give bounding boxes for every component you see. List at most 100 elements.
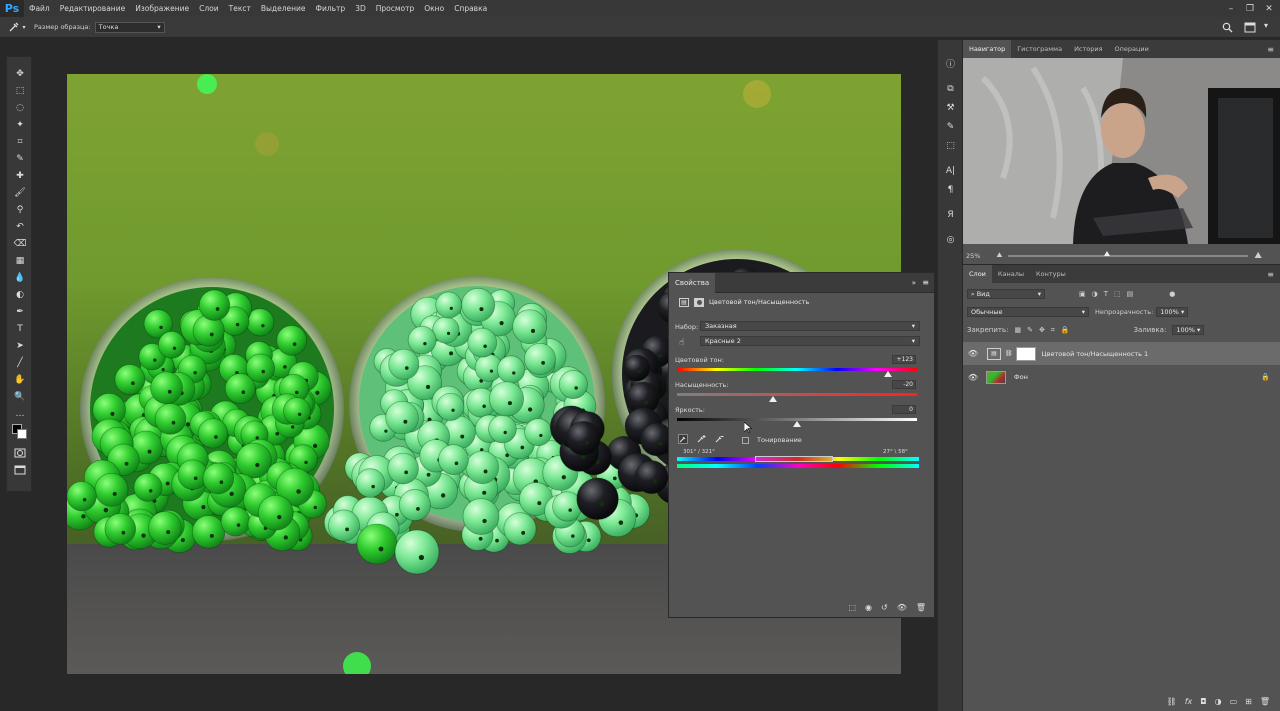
zoom-in-icon[interactable]: ⛰ [1254,251,1262,261]
lightness-slider-thumb[interactable] [793,421,801,427]
adjustments-icon[interactable]: ◎ [938,230,963,249]
delete-layer-icon[interactable]: 🗑 [1260,697,1270,706]
filter-pixel-icon[interactable]: ▣ [1079,290,1086,298]
menu-item[interactable]: Фильтр [311,4,351,13]
lock-transparent-icon[interactable]: ▦ [1014,326,1021,334]
hue-value[interactable]: +123 [892,355,916,364]
glyphs-icon[interactable]: Я [938,205,963,224]
paragraph-icon[interactable]: ¶ [938,180,963,199]
minimize-button[interactable]: – [1222,0,1240,17]
menu-item[interactable]: Выделение [256,4,311,13]
type-icon[interactable]: T [7,320,33,337]
close-button[interactable]: ✕ [1260,0,1278,17]
mask-icon[interactable] [694,297,704,307]
tab-1[interactable]: Гистограмма [1011,40,1068,58]
eyedropper-icon[interactable] [678,434,688,446]
clone-source-icon[interactable]: ⧉ [938,79,963,98]
visibility-eye-icon[interactable]: 👁 [963,373,983,382]
workspace-chevron-icon[interactable]: ▾ [1264,21,1268,30]
crop-icon[interactable]: ⌗ [7,133,33,150]
channel-select[interactable]: Красные 2 ▾ [700,336,920,346]
zoom-slider-thumb[interactable] [1104,250,1111,256]
blur-icon[interactable]: 💧 [7,269,33,286]
visibility-icon[interactable]: 👁 [897,603,907,612]
color-swatches[interactable] [7,422,31,444]
tab-3[interactable]: Операции [1109,40,1155,58]
fill-input[interactable]: 100% ▾ [1172,325,1205,335]
zoom-out-icon[interactable]: ⛰ [996,251,1002,260]
target-hand-icon[interactable]: ☝ [679,338,684,348]
saturation-value[interactable]: -20 [892,380,916,389]
saturation-slider[interactable] [677,393,917,396]
trash-icon[interactable]: 🗑 [916,603,926,612]
line-icon[interactable]: ╱ [7,354,33,371]
marquee-icon[interactable]: ⬚ [7,82,33,99]
brushes-icon[interactable]: ⬚ [938,136,963,155]
pen-icon[interactable]: ✒ [7,303,33,320]
filter-smart-object-icon[interactable]: ▤ [1127,290,1134,298]
menu-item[interactable]: Окно [419,4,449,13]
add-mask-icon[interactable]: ◘ [1200,697,1206,706]
eyedropper-icon[interactable]: ▾ [0,21,34,33]
dodge-icon[interactable]: ◐ [7,286,33,303]
colorize-checkbox[interactable] [742,436,749,444]
healing-icon[interactable]: ✚ [7,167,33,184]
clip-to-layer-icon[interactable]: ⬚ [848,603,856,612]
collapse-icon[interactable]: » [912,279,916,287]
lock-all-icon[interactable]: 🔒 [1061,326,1070,334]
background-color[interactable] [17,429,27,439]
lightness-value[interactable]: 0 [892,405,916,414]
maximize-button[interactable]: ❐ [1241,0,1259,17]
tab-0[interactable]: Навигатор [963,40,1012,58]
filter-type-icon[interactable]: T [1104,290,1108,298]
preset-select[interactable]: Заказная ▾ [700,321,920,331]
new-adjustment-icon[interactable]: ◑ [1215,697,1222,706]
tab-2[interactable]: История [1068,40,1108,58]
tab-1[interactable]: Каналы [992,265,1030,283]
zoom-level[interactable]: 25% [966,252,980,260]
hue-slider-thumb[interactable] [884,371,893,377]
menu-item[interactable]: Файл [24,4,55,13]
character-icon[interactable]: A| [938,161,963,180]
quick-select-icon[interactable]: ✦ [7,116,33,133]
quick-mask-icon[interactable] [7,444,33,461]
tab-2[interactable]: Контуры [1030,265,1072,283]
layer-row-adjustment[interactable]: 👁 ▤ ⛓ Цветовой тон/Насыщенность 1 [963,342,1280,365]
blend-mode-select[interactable]: Обычные ▾ [967,307,1089,317]
menu-item[interactable]: Просмотр [371,4,420,13]
path-select-icon[interactable]: ➤ [7,337,33,354]
panel-menu-icon[interactable]: ≡ [922,278,929,287]
link-layers-icon[interactable]: ⛓ [1167,697,1177,706]
panel-menu-icon[interactable]: ≡ [1267,270,1274,279]
lock-position-icon[interactable]: ✥ [1039,326,1045,334]
zoom-icon[interactable]: 🔍 [7,388,33,405]
filter-shape-icon[interactable]: ⬚ [1114,290,1121,298]
visibility-eye-icon[interactable]: 👁 [963,349,983,358]
chain-link-icon[interactable]: ⛓ [1005,350,1013,357]
menu-item[interactable]: 3D [350,4,371,13]
saturation-slider-thumb[interactable] [769,396,777,402]
layer-name[interactable]: Цветовой тон/Насыщенность 1 [1042,350,1149,358]
layer-row-background[interactable]: 👁 Фон 🔒 [963,366,1280,388]
more-icons[interactable]: … [7,405,33,422]
navigator-preview[interactable] [963,58,1280,244]
menu-item[interactable]: Изображение [130,4,194,13]
properties-tab[interactable]: Свойства [669,272,716,293]
new-layer-icon[interactable]: ⊞ [1245,697,1252,706]
range-selector[interactable] [755,456,833,462]
stamp-icon[interactable]: ⚲ [7,201,33,218]
menu-item[interactable]: Слои [194,4,224,13]
filter-adjustment-icon[interactable]: ◑ [1092,290,1098,298]
menu-item[interactable]: Текст [224,4,256,13]
opacity-input[interactable]: 100% ▾ [1156,307,1189,317]
tab-0[interactable]: Слои [963,265,992,283]
hand-icon[interactable]: ✋ [7,371,33,388]
zoom-slider[interactable] [1008,250,1249,257]
layer-name[interactable]: Фон [1014,373,1028,381]
fx-icon[interactable]: fx [1185,697,1193,706]
history-brush-icon[interactable]: ↶ [7,218,33,235]
brush-settings-icon[interactable]: ✎ [938,117,963,136]
eyedropper-icon[interactable]: ✎ [7,150,33,167]
adjustment-icon[interactable]: ▤ [679,297,689,307]
brush-icon[interactable]: 🖌 [7,184,33,201]
